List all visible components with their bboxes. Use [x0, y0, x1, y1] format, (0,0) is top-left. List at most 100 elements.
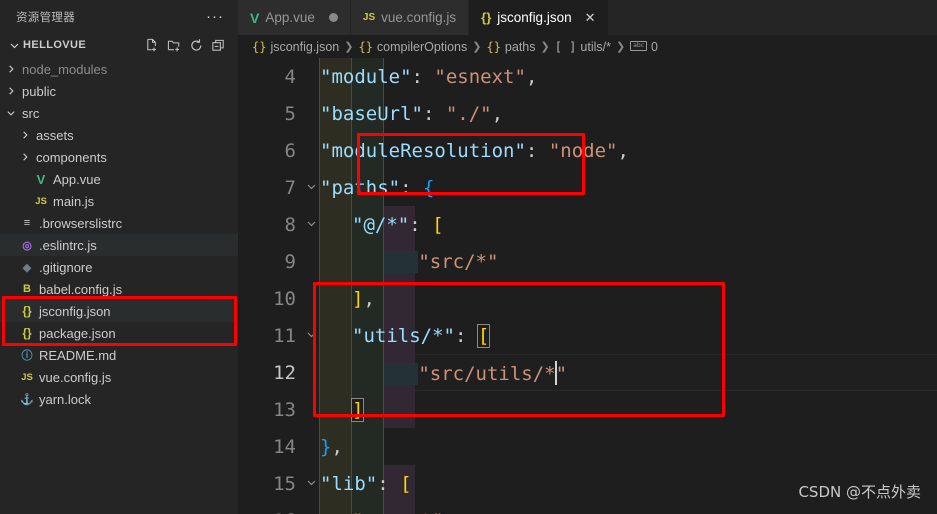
- line-number: 15: [273, 472, 296, 495]
- watermark: CSDN @不点外卖: [798, 483, 921, 501]
- code-line-4[interactable]: 4 "module": "esnext",: [238, 58, 937, 95]
- code-line-text: },: [320, 435, 343, 458]
- bracket-close: ]: [352, 287, 364, 310]
- code-line-text: "@/*": [: [352, 213, 444, 236]
- code-line-16[interactable]: 16 "esnext",: [238, 502, 937, 514]
- breadcrumb-item-label: jsconfig.json: [270, 39, 340, 54]
- editor-area: V App.vue JS vue.config.js{} jsconfig.json ✕ …: [238, 0, 937, 514]
- bracket-open: [: [432, 213, 444, 236]
- breadcrumb-separator-icon: ❯: [540, 41, 550, 53]
- tree-item-assets[interactable]: assets: [0, 124, 238, 146]
- js-icon: JS: [362, 12, 376, 23]
- close-icon[interactable]: ✕: [585, 10, 596, 26]
- vscode-window: 资源管理器 ··· HELLOVUE node_modules public s…: [0, 0, 937, 514]
- line-number: 11: [273, 324, 296, 347]
- breadcrumb-item-label: utils/*: [580, 39, 611, 54]
- breadcrumb-item-utils-[interactable]: [ ] utils/*: [555, 40, 611, 54]
- tree-item-main-js[interactable]: JS main.js: [0, 190, 238, 212]
- explorer-root-folder[interactable]: HELLOVUE: [0, 33, 238, 57]
- git-icon: ◆: [22, 261, 32, 274]
- editor-tab-vue-config-js[interactable]: JS vue.config.js: [350, 0, 470, 35]
- tree-item-label: README.md: [39, 347, 117, 363]
- tree-item-package-json[interactable]: {} package.json: [0, 322, 238, 344]
- bracket-open: [: [476, 323, 491, 348]
- code-line-10[interactable]: 10],: [238, 280, 937, 317]
- code-line-13[interactable]: 13]: [238, 391, 937, 428]
- yarn-icon: ⚓: [20, 393, 34, 406]
- tree-item-label: App.vue: [53, 171, 101, 187]
- breadcrumb: {} jsconfig.json ❯{} compilerOptions ❯{} path…: [238, 35, 937, 58]
- tree-item-app-vue[interactable]: V App.vue: [0, 168, 238, 190]
- tree-item-src[interactable]: src: [0, 102, 238, 124]
- refresh-icon[interactable]: [189, 38, 204, 53]
- tree-item-label: babel.config.js: [39, 281, 123, 297]
- fold-chevron-down-icon[interactable]: [302, 477, 320, 491]
- tree-item-public[interactable]: public: [0, 80, 238, 102]
- breadcrumb-symbol-bracket-icon: [ ]: [554, 39, 577, 54]
- chevron-down-icon: [6, 40, 22, 51]
- code-line-text: "utils/*": [: [352, 323, 491, 348]
- fold-chevron-down-icon[interactable]: [302, 218, 320, 232]
- breadcrumb-separator-icon: ❯: [344, 41, 354, 53]
- editor-tab-jsconfig-json[interactable]: {} jsconfig.json ✕: [469, 0, 609, 35]
- code-line-6[interactable]: 6 "moduleResolution": "node",: [238, 132, 937, 169]
- json-icon: {}: [22, 304, 32, 318]
- tree-item-components[interactable]: components: [0, 146, 238, 168]
- code-line-text: "esnext",: [352, 510, 455, 514]
- tree-item-yarn-lock[interactable]: ⚓ yarn.lock: [0, 388, 238, 410]
- explorer-sidebar: 资源管理器 ··· HELLOVUE node_modules public s…: [0, 0, 238, 514]
- json-icon: {}: [22, 326, 32, 340]
- tree-item-babel-config-js[interactable]: Bbabel.config.js: [0, 278, 238, 300]
- explorer-more-actions-icon[interactable]: ···: [200, 9, 230, 25]
- unsaved-dot-icon[interactable]: [328, 13, 338, 22]
- tree-item-node-modules[interactable]: node_modules: [0, 58, 238, 80]
- chevron-right-icon: [18, 152, 32, 162]
- indent-highlight: [384, 250, 419, 273]
- vue-icon: V: [36, 171, 46, 187]
- json-icon: {}: [481, 10, 492, 25]
- breadcrumb-item-compileroptions[interactable]: {} compilerOptions: [358, 40, 467, 54]
- code-line-11[interactable]: 11 "utils/*": [: [238, 317, 937, 354]
- new-folder-icon[interactable]: [167, 38, 182, 53]
- code-line-8[interactable]: 8 "@/*": [: [238, 206, 937, 243]
- tree-item-gitignore[interactable]: ◆ .gitignore: [0, 256, 238, 278]
- code-line-7[interactable]: 7 "paths": {: [238, 169, 937, 206]
- breadcrumb-symbol-brace-icon: {}: [486, 39, 501, 54]
- tree-item-jsconfig-json[interactable]: {} jsconfig.json: [0, 300, 238, 322]
- new-file-icon[interactable]: [145, 38, 160, 53]
- tree-item-label: public: [22, 83, 56, 99]
- code-line-12[interactable]: 12 "src/utils/*": [238, 354, 937, 391]
- tree-item-label: vue.config.js: [39, 369, 112, 385]
- eslint-icon: ◎: [22, 239, 32, 252]
- brace-close: }: [320, 435, 332, 458]
- babel-icon: B: [23, 283, 31, 295]
- chevron-down-icon: [4, 108, 18, 118]
- tree-item-eslintrc-js[interactable]: ◎ .eslintrc.js: [0, 234, 238, 256]
- code-editor[interactable]: 4 "module": "esnext", 5 "baseUrl": "./", 6 "m…: [238, 58, 937, 514]
- breadcrumb-symbol-brace-icon: {}: [358, 39, 373, 54]
- code-line-9[interactable]: 9 "src/*": [238, 243, 937, 280]
- fold-chevron-down-icon[interactable]: [302, 181, 320, 195]
- editor-tab-app-vue[interactable]: V App.vue: [238, 0, 351, 35]
- tree-item-label: node_modules: [22, 61, 108, 77]
- tree-item-vue-config-js[interactable]: JS vue.config.js: [0, 366, 238, 388]
- collapse-all-icon[interactable]: [211, 38, 226, 53]
- breadcrumb-item-0[interactable]: abc 0: [630, 40, 658, 54]
- breadcrumb-item-paths[interactable]: {} paths: [486, 40, 535, 54]
- code-line-text: "src/*": [384, 250, 498, 273]
- breadcrumb-item-jsconfig-json[interactable]: {} jsconfig.json: [252, 40, 339, 54]
- tree-item-readme-md[interactable]: ⓘ README.md: [0, 344, 238, 366]
- code-line-5[interactable]: 5 "baseUrl": "./",: [238, 95, 937, 132]
- fold-chevron-down-icon[interactable]: [302, 329, 320, 343]
- code-line-14[interactable]: 14},: [238, 428, 937, 465]
- breadcrumb-item-label: 0: [651, 39, 658, 54]
- breadcrumb-item-label: compilerOptions: [376, 39, 468, 54]
- indent-highlight: [384, 362, 419, 385]
- line-number: 4: [284, 65, 296, 88]
- explorer-root-actions: [145, 38, 232, 53]
- line-number: 9: [284, 250, 296, 273]
- line-number: 6: [284, 139, 296, 162]
- tree-item-label: assets: [36, 127, 74, 143]
- tree-item-label: yarn.lock: [39, 391, 92, 407]
- tree-item-browserslistrc[interactable]: ≡ .browserslistrc: [0, 212, 238, 234]
